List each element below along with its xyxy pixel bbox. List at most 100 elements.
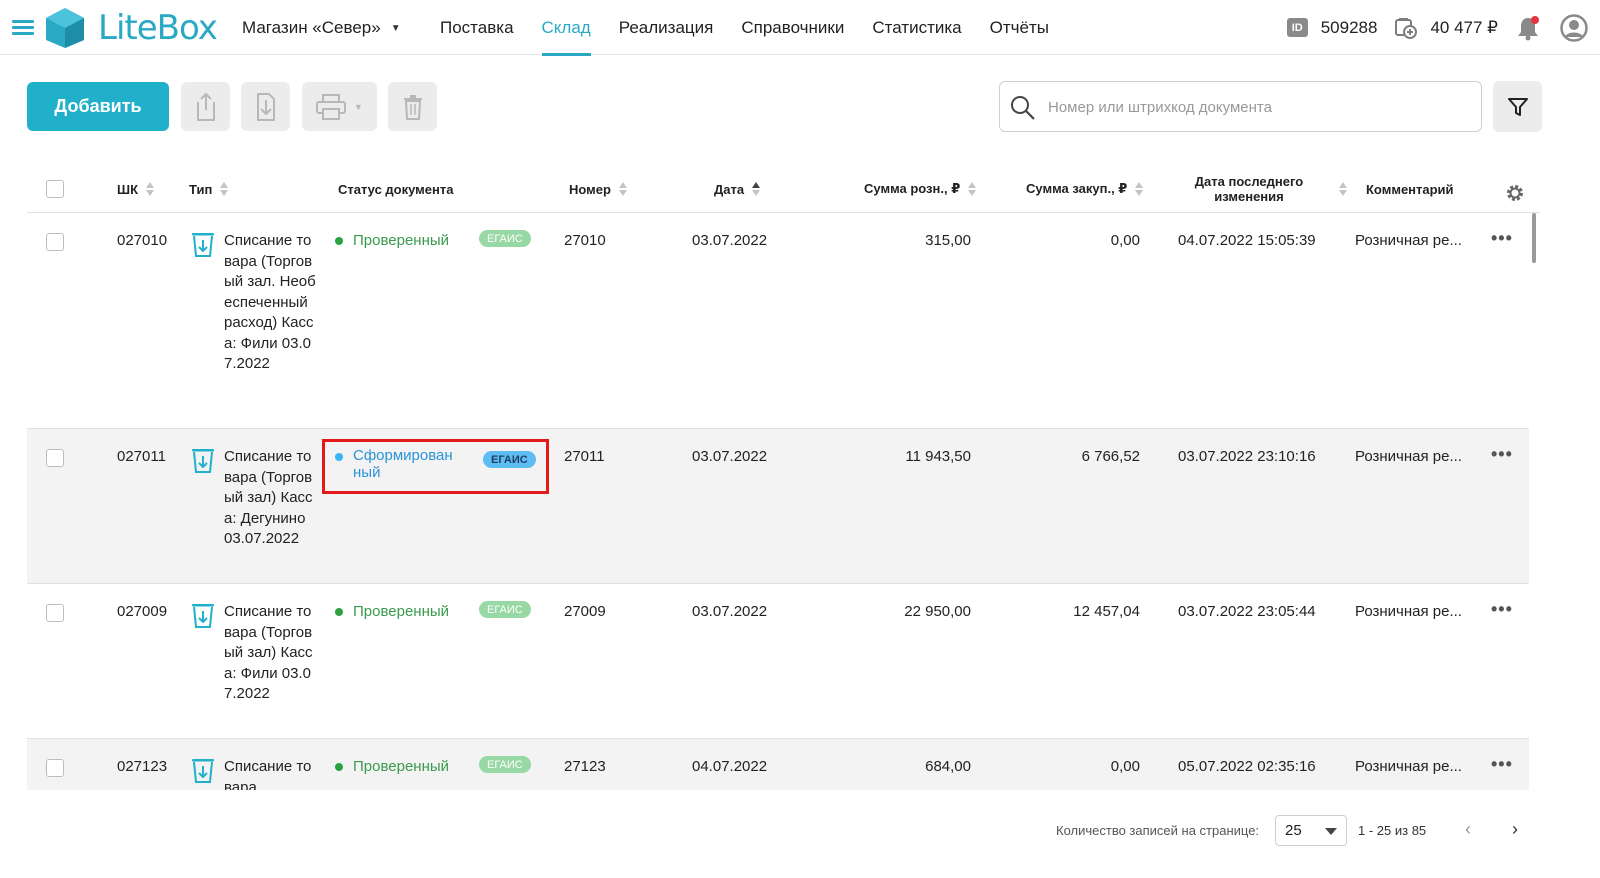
- column-purchase-sum[interactable]: Сумма закуп., ₽: [1026, 165, 1144, 213]
- column-barcode[interactable]: ШК: [117, 165, 155, 213]
- comment-cell: Розничная ре...: [1355, 758, 1462, 775]
- retail-sum-cell: 22 950,00: [904, 603, 971, 620]
- table-body: 027010 Списание товара (Торговый зал. Не…: [27, 213, 1529, 790]
- user-avatar-icon[interactable]: [1560, 13, 1588, 42]
- last-modified-cell: 04.07.2022 15:05:39: [1178, 232, 1316, 249]
- printer-icon: [316, 93, 347, 120]
- nav-item-warehouse[interactable]: Склад: [541, 0, 591, 56]
- column-type[interactable]: Тип: [189, 165, 229, 213]
- filter-icon: [1507, 97, 1528, 116]
- sort-icon: [1339, 181, 1348, 197]
- last-modified-cell: 03.07.2022 23:10:16: [1178, 448, 1316, 465]
- more-actions-icon[interactable]: •••: [1491, 755, 1513, 773]
- column-last-modified[interactable]: Дата последнего изменения: [1173, 165, 1373, 213]
- barcode-cell: 027009: [117, 603, 168, 620]
- menu-icon[interactable]: [12, 20, 34, 36]
- table-row[interactable]: 027123 Списание товара Проверенный ЕГАИС…: [27, 739, 1529, 790]
- column-barcode-label: ШК: [117, 181, 138, 197]
- delete-button[interactable]: [388, 82, 437, 131]
- nav-item-directories[interactable]: Справочники: [741, 0, 844, 55]
- highlight-frame: [322, 439, 549, 494]
- column-type-label: Тип: [189, 181, 213, 197]
- last-modified-cell: 05.07.2022 02:35:16: [1178, 758, 1316, 775]
- per-page-value: 25: [1285, 822, 1302, 839]
- chevron-right-icon[interactable]: ›: [1512, 819, 1518, 840]
- column-status: Статус документа: [338, 165, 453, 213]
- more-actions-icon[interactable]: •••: [1491, 600, 1513, 618]
- column-retail-sum[interactable]: Сумма розн., ₽: [864, 165, 977, 213]
- caret-down-icon: [1325, 828, 1337, 835]
- type-cell: Списание товара (Торговый зал. Необеспеч…: [224, 232, 316, 372]
- store-selector[interactable]: Магазин «Север» ▼: [242, 18, 401, 38]
- column-date-label: Дата: [714, 181, 745, 197]
- sort-icon: [220, 181, 229, 197]
- main-nav: Поставка Склад Реализация Справочники Ст…: [440, 0, 1077, 56]
- column-date[interactable]: Дата: [714, 165, 761, 213]
- nav-item-supply[interactable]: Поставка: [440, 0, 514, 55]
- download-file-icon: [256, 92, 275, 121]
- status-cell: Проверенный: [335, 602, 449, 623]
- status-text: Проверенный: [353, 603, 450, 620]
- status-text: Проверенный: [353, 232, 450, 249]
- more-actions-icon[interactable]: •••: [1491, 445, 1513, 463]
- more-actions-icon[interactable]: •••: [1491, 229, 1513, 247]
- number-cell: 27010: [564, 232, 606, 249]
- column-settings[interactable]: [1505, 169, 1525, 217]
- retail-sum-cell: 11 943,50: [905, 448, 971, 465]
- purchase-sum-cell: 0,00: [1110, 232, 1140, 249]
- logo-text: LiteBox: [98, 8, 218, 48]
- status-dot: [335, 237, 343, 245]
- upload-file-icon: [196, 92, 215, 121]
- table-header: ШК Тип Статус документа Номер Дата Сумма…: [27, 165, 1540, 213]
- row-checkbox[interactable]: [46, 759, 64, 777]
- nav-item-reports[interactable]: Отчёты: [990, 0, 1049, 55]
- header-right: ID 509288 40 477 ₽: [1286, 0, 1600, 55]
- retail-sum-cell: 315,00: [925, 232, 971, 249]
- comment-cell: Розничная ре...: [1355, 448, 1462, 465]
- row-checkbox[interactable]: [46, 449, 64, 467]
- table-row[interactable]: 027010 Списание товара (Торговый зал. Не…: [27, 213, 1529, 429]
- import-button[interactable]: [241, 82, 290, 131]
- sort-asc-icon: [752, 181, 761, 197]
- nav-item-statistics[interactable]: Статистика: [872, 0, 961, 55]
- search-box: [999, 81, 1482, 132]
- type-cell: Списание товара: [224, 758, 312, 790]
- id-icon: ID: [1286, 18, 1308, 37]
- vertical-scrollbar[interactable]: [1532, 213, 1536, 263]
- write-off-icon: [192, 759, 214, 783]
- select-all-checkbox[interactable]: [46, 180, 64, 198]
- egais-badge: ЕГАИС: [479, 756, 531, 773]
- page-range: 1 - 25 из 85: [1358, 823, 1427, 838]
- notification-bell-icon[interactable]: [1516, 15, 1540, 41]
- trash-icon: [403, 94, 422, 120]
- search-input[interactable]: [1048, 94, 1468, 120]
- status-cell: Проверенный: [335, 231, 449, 252]
- column-comment-label: Комментарий: [1366, 181, 1454, 197]
- caret-down-icon: ▼: [390, 22, 401, 34]
- logo[interactable]: LiteBox: [44, 6, 218, 50]
- write-off-icon: [192, 449, 214, 473]
- purchase-sum-cell: 12 457,04: [1073, 603, 1140, 620]
- nav-item-sales[interactable]: Реализация: [619, 0, 714, 55]
- table-row[interactable]: 027009 Списание товара (Торговый зал) Ка…: [27, 584, 1529, 739]
- search-icon: [1011, 96, 1035, 120]
- notification-dot: [1531, 15, 1539, 24]
- export-button[interactable]: [181, 82, 230, 131]
- status-dot: [335, 608, 343, 616]
- barcode-cell: 027011: [117, 448, 166, 465]
- comment-cell: Розничная ре...: [1355, 603, 1462, 620]
- column-status-label: Статус документа: [338, 181, 454, 197]
- column-number[interactable]: Номер: [569, 165, 628, 213]
- add-button[interactable]: Добавить: [27, 82, 169, 131]
- chevron-left-icon[interactable]: ‹: [1465, 819, 1471, 840]
- row-checkbox[interactable]: [46, 233, 64, 251]
- table-row[interactable]: 027011 Списание товара (Торговый зал) Ка…: [27, 429, 1529, 584]
- column-purchase-sum-label: Сумма закуп., ₽: [1026, 181, 1128, 196]
- row-checkbox[interactable]: [46, 604, 64, 622]
- purchase-sum-cell: 0,00: [1110, 758, 1140, 775]
- wallet-icon[interactable]: [1395, 17, 1418, 39]
- print-button[interactable]: ▼: [302, 82, 377, 131]
- filter-button[interactable]: [1493, 81, 1542, 132]
- per-page-select[interactable]: 25: [1275, 815, 1347, 846]
- status-dot: [335, 763, 343, 771]
